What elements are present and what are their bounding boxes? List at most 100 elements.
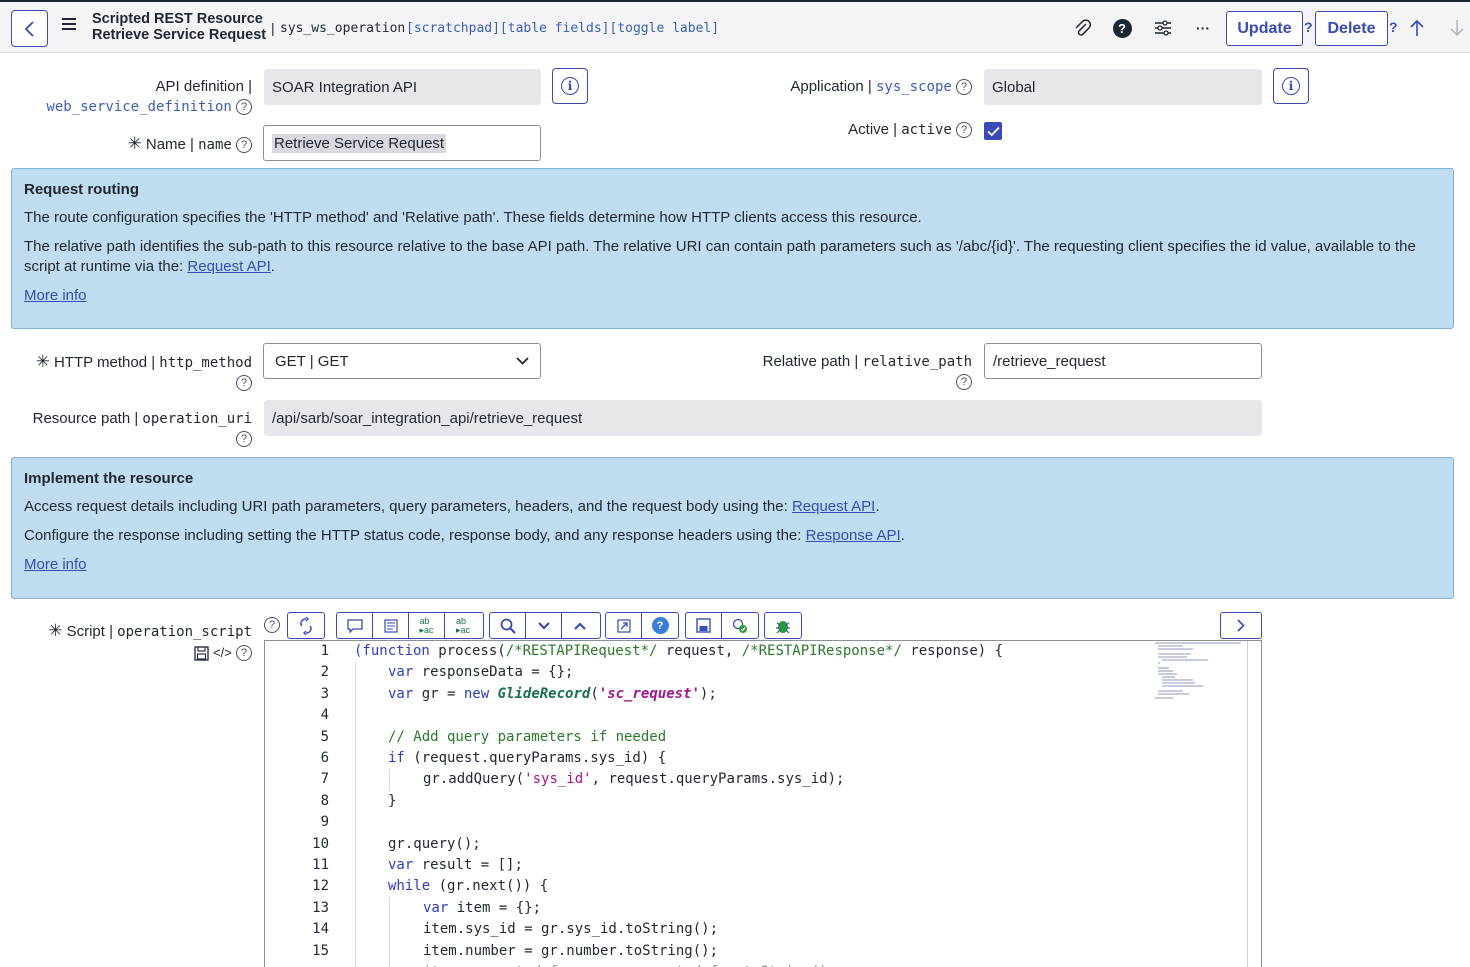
page-title: Scripted REST Resource Retrieve Service … <box>92 11 266 43</box>
code-line: 5// Add query parameters if needed <box>320 728 667 745</box>
application-field-link[interactable]: sys_scope <box>876 79 952 95</box>
resource-path-field-name: operation_uri <box>142 411 252 427</box>
more-info-link[interactable]: More info <box>24 287 87 304</box>
code-line: 7 gr.addQuery('sys_id', request.queryPara… <box>320 771 845 788</box>
toolbar-group-help: ? <box>605 612 679 639</box>
more-info-link[interactable]: More info <box>24 556 87 573</box>
back-icon <box>24 20 34 37</box>
code-icon[interactable]: </> <box>213 645 232 660</box>
name-input[interactable]: Retrieve Service Request <box>263 125 541 161</box>
api-definition-field-link[interactable]: web_service_definition <box>46 99 231 115</box>
chevron-down-icon <box>516 357 529 365</box>
script-label: ✳ Script | operation_script </> ? <box>20 621 252 663</box>
help-icon[interactable]: ? <box>1112 18 1132 38</box>
http-method-select[interactable]: GET | GET <box>263 343 541 379</box>
resource-path-field: /api/sarb/soar_integration_api/retrieve_… <box>264 400 1262 436</box>
code-minimap[interactable] <box>1153 641 1248 701</box>
relative-path-field-name: relative_path <box>862 354 972 370</box>
code-line: 14 item.sys_id = gr.sys_id.toString(); <box>312 921 719 938</box>
code-line: 12 while (gr.next()) { <box>312 878 549 895</box>
fullscreen-icon[interactable] <box>606 613 642 638</box>
menu-icon[interactable] <box>62 18 76 30</box>
active-checkbox[interactable] <box>984 122 1002 140</box>
uncomment-icon[interactable] <box>373 613 409 638</box>
toolbar-group-save <box>685 612 759 639</box>
toolbar-group-search <box>489 612 601 639</box>
help-icon[interactable]: ? <box>236 99 252 116</box>
script-help-button-icon[interactable]: ? <box>642 613 678 638</box>
syntax-check-icon[interactable] <box>722 613 758 638</box>
code-line: item.requested_for = gr.requested_for.to… <box>265 962 1261 967</box>
name-field-name: name <box>198 137 232 153</box>
help-icon[interactable]: ? <box>236 431 252 448</box>
code-line: 3 var gr = new GlideRecord('sc_request'); <box>320 685 717 702</box>
code-line: 9 <box>320 814 329 831</box>
help-icon[interactable]: ? <box>236 375 252 392</box>
info-icon: i <box>561 77 579 95</box>
request-routing-title: Request routing <box>24 181 139 198</box>
required-icon: ✳ <box>35 352 50 371</box>
more-icon[interactable]: ··· <box>1193 18 1213 38</box>
settings-sliders-icon[interactable] <box>1153 18 1173 38</box>
code-line: 10 gr.query(); <box>312 835 481 852</box>
http-method-label: ✳ HTTP method | http_method ? <box>20 352 252 393</box>
request-routing-p2: The relative path identifies the sub-pat… <box>24 238 1416 275</box>
active-label: Active | active ? <box>720 120 972 140</box>
implement-resource-infobox: Implement the resource Access request de… <box>11 457 1454 599</box>
code-line: 13 var item = {}; <box>312 899 542 916</box>
script-label-text: Script | <box>66 623 113 640</box>
paperclip-icon[interactable] <box>1072 18 1092 38</box>
chevron-right-icon[interactable] <box>1221 613 1261 638</box>
find-next-icon[interactable] <box>526 613 562 638</box>
form-header: Scripted REST Resource Retrieve Service … <box>0 0 1470 53</box>
help-icon[interactable]: ? <box>956 374 972 391</box>
help-icon[interactable]: ? <box>956 79 972 96</box>
script-editor[interactable]: 1 (function process(/*RESTAPIRequest*/ re… <box>264 640 1262 967</box>
implement-p1-text: Access request details including URI pat… <box>24 498 792 515</box>
help-icon[interactable]: ? <box>956 122 972 139</box>
back-button[interactable] <box>11 10 48 47</box>
delete-button[interactable]: Delete <box>1315 11 1388 46</box>
active-field-name: active <box>901 122 952 138</box>
toolbar-group-edit: ab ▸ac ab ▸ac <box>336 612 484 639</box>
format-code-icon[interactable] <box>288 613 324 638</box>
arrow-down-icon <box>1450 19 1464 42</box>
toolbar-group-debug <box>764 612 802 639</box>
application-info-button[interactable]: i <box>1273 68 1309 104</box>
resource-path-label-text: Resource path | <box>32 410 139 427</box>
help-icon[interactable]: ? <box>236 137 252 154</box>
title-line1: Scripted REST Resource <box>92 11 263 27</box>
save-script-icon[interactable] <box>686 613 722 638</box>
resource-path-label: Resource path | operation_uri ? <box>20 409 252 449</box>
delete-help-icon[interactable]: ? <box>1389 19 1398 35</box>
relative-path-input[interactable]: /retrieve_request <box>984 343 1262 379</box>
required-icon: ✳ <box>48 621 63 640</box>
name-label: ✳ Name | name ? <box>20 134 252 155</box>
debug-icon[interactable] <box>765 613 801 638</box>
response-api-link[interactable]: Response API <box>806 527 901 544</box>
implement-title: Implement the resource <box>24 470 194 487</box>
comment-icon[interactable] <box>337 613 373 638</box>
replace-icon[interactable]: ab ▸ac <box>409 613 445 638</box>
application-label-text: Application | <box>790 78 872 95</box>
code-line: 8} <box>320 792 397 809</box>
relative-path-label-text: Relative path | <box>762 353 859 370</box>
arrow-up-icon[interactable] <box>1410 19 1424 42</box>
update-help-icon[interactable]: ? <box>1304 19 1313 35</box>
request-api-link[interactable]: Request API <box>187 258 270 275</box>
name-input-value: Retrieve Service Request <box>272 133 447 153</box>
update-button[interactable]: Update <box>1226 11 1303 46</box>
relative-path-label: Relative path | relative_path ? <box>720 352 972 392</box>
search-icon[interactable] <box>490 613 526 638</box>
name-label-text: Name | <box>145 136 194 153</box>
title-line2: Retrieve Service Request <box>92 27 267 43</box>
api-definition-info-button[interactable]: i <box>552 68 588 104</box>
request-api-link[interactable]: Request API <box>792 498 875 515</box>
replace-all-icon[interactable]: ab ▸ac <box>445 613 481 638</box>
header-links[interactable]: [scratchpad][table fields][toggle label] <box>406 21 719 36</box>
script-help-icon[interactable]: ? <box>264 617 280 633</box>
find-previous-icon[interactable] <box>562 613 598 638</box>
save-icon[interactable] <box>194 645 209 661</box>
editor-scrollbar[interactable] <box>1247 641 1248 967</box>
help-icon[interactable]: ? <box>236 645 252 662</box>
